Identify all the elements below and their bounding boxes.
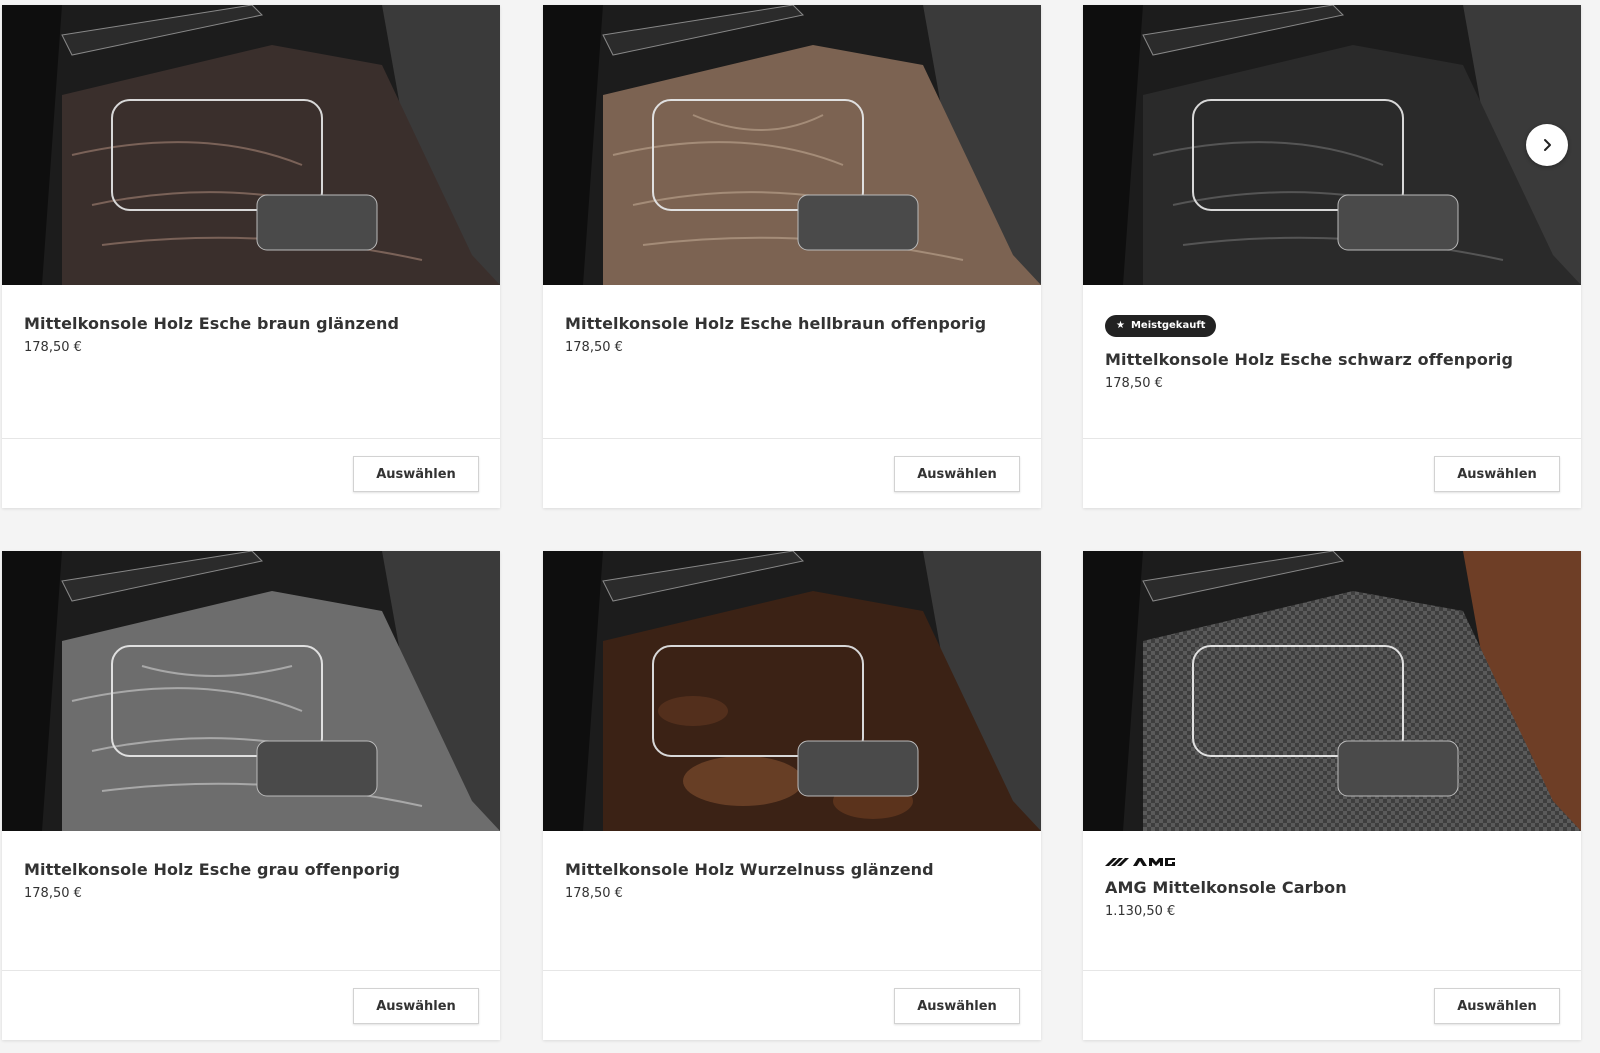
- badge-label: Meistgekauft: [1130, 320, 1206, 331]
- select-button[interactable]: Auswählen: [894, 456, 1020, 492]
- select-button[interactable]: Auswählen: [353, 988, 479, 1024]
- product-title[interactable]: AMG Mittelkonsole Carbon: [1105, 877, 1559, 899]
- select-button[interactable]: Auswählen: [353, 456, 479, 492]
- card-footer: Auswählen: [543, 970, 1041, 1040]
- product-image[interactable]: [2, 5, 500, 285]
- product-card[interactable]: Mittelkonsole Holz Wurzelnuss glänzend 1…: [543, 551, 1041, 1040]
- card-footer: Auswählen: [2, 438, 500, 508]
- product-price: 178,50 €: [24, 340, 82, 355]
- product-image[interactable]: [1083, 5, 1581, 285]
- product-image[interactable]: [543, 551, 1041, 831]
- product-card[interactable]: AMG Mittelkonsole Carbon 1.130,50 € Ausw…: [1083, 551, 1581, 1040]
- select-button[interactable]: Auswählen: [1434, 988, 1560, 1024]
- product-price: 178,50 €: [565, 340, 623, 355]
- select-button[interactable]: Auswählen: [894, 988, 1020, 1024]
- product-image[interactable]: [1083, 551, 1581, 831]
- product-price: 1.130,50 €: [1105, 904, 1176, 919]
- star-icon: ★: [1116, 320, 1125, 331]
- chevron-right-icon: [1544, 139, 1551, 151]
- bestseller-badge: ★ Meistgekauft: [1105, 314, 1217, 337]
- product-price: 178,50 €: [24, 886, 82, 901]
- product-image[interactable]: [2, 551, 500, 831]
- product-card[interactable]: Mittelkonsole Holz Esche grau offenporig…: [2, 551, 500, 1040]
- product-title[interactable]: Mittelkonsole Holz Esche grau offenporig: [24, 859, 478, 881]
- amg-logo: [1105, 858, 1175, 866]
- product-title[interactable]: Mittelkonsole Holz Esche schwarz offenpo…: [1105, 349, 1559, 371]
- product-title[interactable]: Mittelkonsole Holz Esche hellbraun offen…: [565, 313, 1019, 335]
- product-title[interactable]: Mittelkonsole Holz Wurzelnuss glänzend: [565, 859, 1019, 881]
- product-title[interactable]: Mittelkonsole Holz Esche braun glänzend: [24, 313, 478, 335]
- product-card[interactable]: ★ Meistgekauft Mittelkonsole Holz Esche …: [1083, 5, 1581, 508]
- product-image[interactable]: [543, 5, 1041, 285]
- product-price: 178,50 €: [1105, 375, 1163, 391]
- select-button[interactable]: Auswählen: [1434, 456, 1560, 492]
- product-card[interactable]: Mittelkonsole Holz Esche braun glänzend …: [2, 5, 500, 508]
- product-card[interactable]: Mittelkonsole Holz Esche hellbraun offen…: [543, 5, 1041, 508]
- carousel-next-button[interactable]: [1526, 124, 1568, 166]
- card-footer: Auswählen: [543, 438, 1041, 508]
- card-footer: Auswählen: [1083, 438, 1581, 508]
- card-footer: Auswählen: [1083, 970, 1581, 1040]
- product-price: 178,50 €: [565, 886, 623, 901]
- card-footer: Auswählen: [2, 970, 500, 1040]
